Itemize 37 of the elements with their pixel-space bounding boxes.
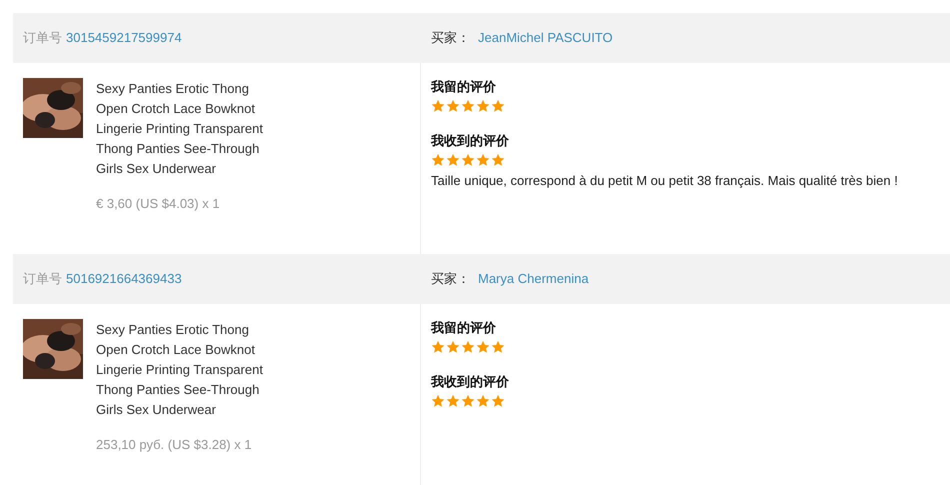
star-icon bbox=[446, 99, 460, 113]
feedback-heading: 我留的评价 bbox=[431, 79, 497, 97]
star-icon bbox=[491, 394, 505, 408]
star-icon bbox=[476, 153, 490, 167]
product-title: Sexy Panties Erotic Thong Open Crotch Lace Bowknot Lingerie Printing Transparent Thong Panties See-Through Girls Sex Underwear bbox=[96, 321, 264, 419]
buyer-label: 买家： bbox=[431, 29, 470, 48]
star-icon bbox=[431, 99, 445, 113]
star-icon bbox=[491, 99, 505, 113]
star-icon bbox=[461, 394, 475, 408]
feedback-heading: 我留的评价 bbox=[431, 320, 497, 338]
star-icon bbox=[491, 153, 505, 167]
feedback-heading: 我收到的评价 bbox=[431, 374, 509, 392]
feedback-comment: Taille unique, correspond à du petit M ou petit 38 français. Mais qualité très bien ! bbox=[431, 172, 898, 190]
star-icon bbox=[461, 99, 475, 113]
star-icon bbox=[431, 153, 445, 167]
order-number-link[interactable]: 3015459217599974 bbox=[66, 28, 182, 48]
order-label: 订单号 bbox=[23, 270, 62, 288]
product-title: Sexy Panties Erotic Thong Open Crotch Lace Bowknot Lingerie Printing Transparent Thong Panties See-Through Girls Sex Underwear bbox=[96, 80, 264, 178]
star-icon bbox=[446, 153, 460, 167]
star-icon bbox=[476, 394, 490, 408]
star-icon bbox=[431, 340, 445, 354]
star-icon bbox=[431, 394, 445, 408]
feedback-heading: 我收到的评价 bbox=[431, 133, 510, 151]
star-icon bbox=[491, 340, 505, 354]
product-price: € 3,60 (US $4.03) x 1 bbox=[96, 195, 221, 213]
star-icon bbox=[461, 340, 475, 354]
star-icon bbox=[476, 99, 490, 113]
product-price: 253,10 руб. (US $3.28) x 1 bbox=[96, 436, 253, 454]
star-icon bbox=[446, 394, 460, 408]
order-label: 订单号 bbox=[23, 29, 62, 48]
order-number-link[interactable]: 5016921664369433 bbox=[66, 269, 182, 289]
star-icon bbox=[476, 340, 490, 354]
star-icon bbox=[461, 153, 475, 167]
buyer-name-link[interactable]: Marya Chermenina bbox=[478, 269, 589, 289]
buyer-label: 买家： bbox=[431, 270, 470, 288]
buyer-name-link[interactable]: JeanMichel PASCUITO bbox=[478, 28, 613, 48]
star-icon bbox=[446, 340, 460, 354]
